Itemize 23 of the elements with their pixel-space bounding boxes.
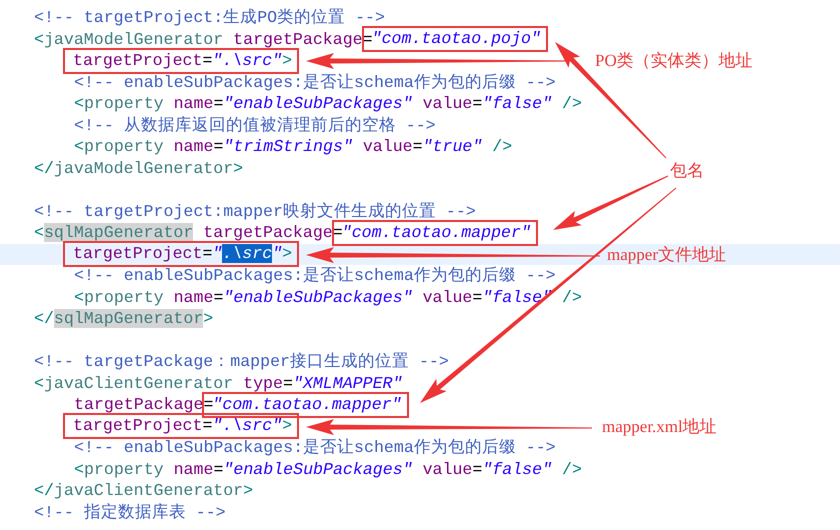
annotation-label: mapper.xml地址 (602, 416, 717, 438)
annotation-box: targetProject=".\src"> (63, 413, 300, 440)
code-text: <property name="enableSubPackages" value="false" /> (74, 458, 582, 480)
code-text: <!-- enableSubPackages:是否让schema作为包的后缀 --> (74, 437, 556, 458)
code-text: <!-- 指定数据库表 --> (34, 502, 226, 523)
code-text: targetPackage= (74, 394, 214, 416)
annotation-label: mapper文件地址 (607, 244, 726, 266)
code-text: <!-- targetPackage：mapper接口生成的位置 --> (34, 351, 449, 372)
annotation-label: 包名 (670, 160, 704, 182)
code-text: <!-- targetProject:生成PO类的位置 --> (34, 7, 385, 28)
code-text: <!-- enableSubPackages:是否让schema作为包的后缀 --> (74, 72, 556, 93)
code-text: <property name="trimStrings" value="true" /> (74, 136, 512, 158)
code-text: <!-- targetProject:mapper映射文件生成的位置 --> (34, 200, 476, 222)
annotation-label: PO类（实体类）地址 (595, 50, 753, 72)
annotation-box: targetProject=".\src"> (63, 48, 300, 74)
code-text: <!-- enableSubPackages:是否让schema作为包的后缀 --> (74, 265, 556, 286)
code-text: <javaClientGenerator type="XMLMAPPER" (34, 372, 402, 394)
code-text: </javaModelGenerator> (34, 158, 244, 179)
code-text: <!-- 从数据库返回的值被清理前后的空格 --> (74, 114, 436, 136)
code-text: <property name="enableSubPackages" value="false" /> (74, 93, 582, 114)
code-text: </javaClientGenerator> (34, 480, 254, 502)
code-text: </sqlMapGenerator> (34, 308, 214, 330)
annotation-box: targetProject=".\src"> (63, 241, 300, 268)
